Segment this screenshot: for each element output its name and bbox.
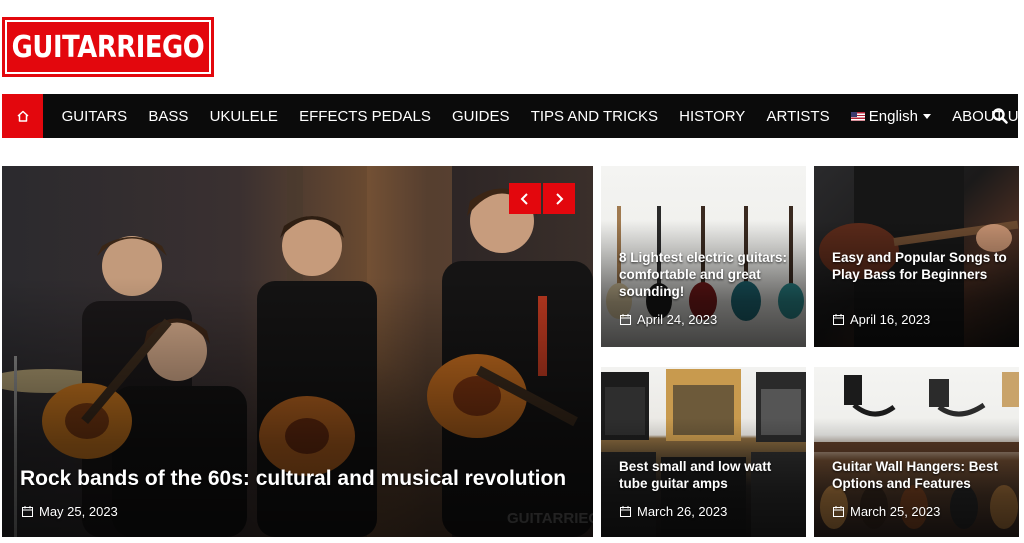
- post-date-text: April 24, 2023: [637, 312, 718, 327]
- calendar-icon: [620, 506, 631, 517]
- nav-home-button[interactable]: [2, 94, 43, 138]
- nav-item-history[interactable]: HISTORY: [669, 94, 756, 138]
- nav-item-bass[interactable]: BASS: [138, 94, 199, 138]
- nav-item-guitars[interactable]: GUITARS: [51, 94, 138, 138]
- main-nav: GUITARS BASS UKULELE EFFECTS PEDALS GUID…: [2, 94, 1024, 138]
- post-title[interactable]: Best small and low watt tube guitar amps: [619, 458, 794, 492]
- nav-item-tips-and-tricks[interactable]: TIPS AND TRICKS: [520, 94, 668, 138]
- nav-item-about-us[interactable]: ABOUT US: [942, 94, 1024, 138]
- calendar-icon: [620, 314, 631, 325]
- slider-arrows: [509, 183, 575, 214]
- post-card[interactable]: Guitar Wall Hangers: Best Options and Fe…: [814, 367, 1019, 537]
- post-card[interactable]: 8 Lightest electric guitars: comfortable…: [601, 166, 806, 347]
- post-title[interactable]: 8 Lightest electric guitars: comfortable…: [619, 249, 794, 300]
- featured-post-title[interactable]: Rock bands of the 60s: cultural and musi…: [20, 467, 580, 491]
- calendar-icon: [833, 314, 844, 325]
- calendar-icon: [22, 506, 33, 517]
- calendar-icon: [833, 506, 844, 517]
- chevron-left-icon: [520, 192, 528, 205]
- featured-post-card[interactable]: GUITARRIEGO Rock bands of the 60s: cultu…: [2, 166, 593, 537]
- post-date-text: April 16, 2023: [850, 312, 931, 327]
- slider-next-button[interactable]: [543, 183, 575, 214]
- language-label: English: [868, 107, 918, 125]
- post-card[interactable]: Best small and low watt tube guitar amps…: [601, 367, 806, 537]
- slider-prev-button[interactable]: [509, 183, 541, 214]
- post-date: March 26, 2023: [620, 504, 727, 519]
- post-date: April 16, 2023: [833, 312, 930, 327]
- nav-item-guides[interactable]: GUIDES: [441, 94, 520, 138]
- home-icon: [16, 110, 29, 122]
- post-date-text: March 25, 2023: [850, 504, 941, 519]
- search-icon[interactable]: [990, 106, 1010, 126]
- post-date: March 25, 2023: [833, 504, 940, 519]
- site-logo[interactable]: GUITARRIEGO: [2, 17, 214, 77]
- post-date-text: March 26, 2023: [637, 504, 728, 519]
- post-title[interactable]: Easy and Popular Songs to Play Bass for …: [832, 249, 1007, 283]
- post-title[interactable]: Guitar Wall Hangers: Best Options and Fe…: [832, 458, 1007, 492]
- us-flag-icon: [850, 111, 865, 121]
- logo-frame: GUITARRIEGO: [5, 20, 211, 74]
- featured-post-date: May 25, 2023: [22, 504, 118, 519]
- chevron-right-icon: [556, 192, 564, 205]
- nav-item-ukulele[interactable]: UKULELE: [199, 94, 289, 138]
- nav-item-artists[interactable]: ARTISTS: [756, 94, 840, 138]
- caret-down-icon: [922, 113, 931, 119]
- language-selector[interactable]: English: [840, 94, 941, 138]
- nav-menu: GUITARS BASS UKULELE EFFECTS PEDALS GUID…: [51, 94, 1024, 138]
- featured-post-date-text: May 25, 2023: [39, 504, 118, 519]
- nav-item-effects-pedals[interactable]: EFFECTS PEDALS: [289, 94, 442, 138]
- post-date: April 24, 2023: [620, 312, 717, 327]
- logo-text: GUITARRIEGO: [11, 29, 205, 65]
- post-card[interactable]: Easy and Popular Songs to Play Bass for …: [814, 166, 1019, 347]
